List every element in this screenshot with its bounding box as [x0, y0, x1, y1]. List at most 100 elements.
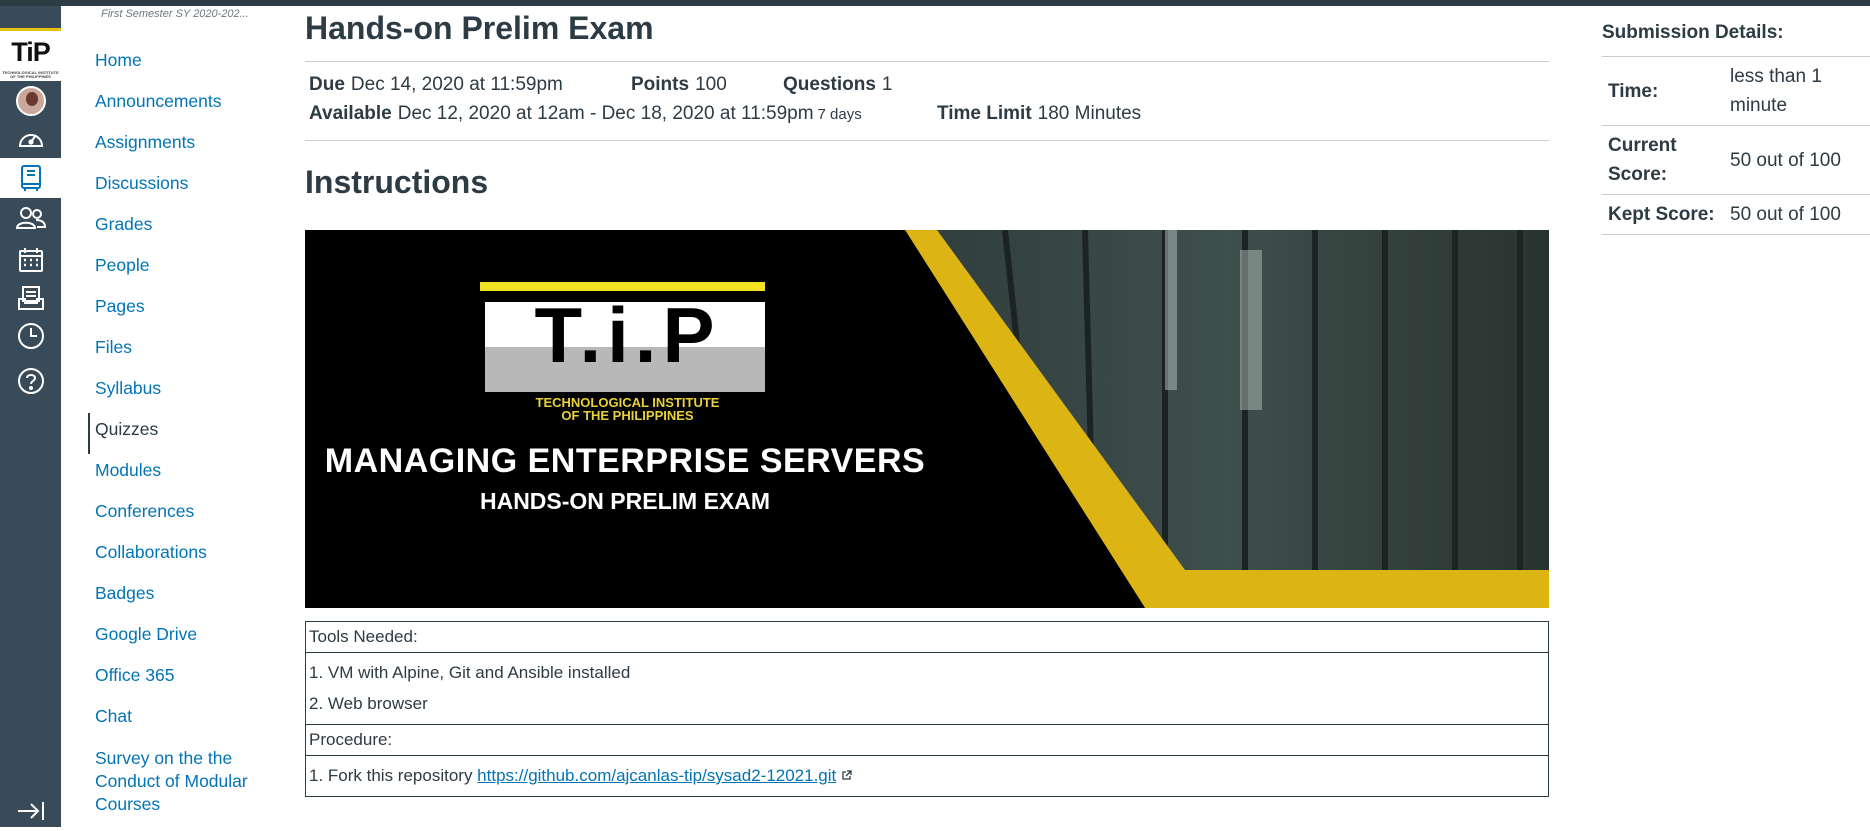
- course-nav-link[interactable]: Home: [95, 50, 142, 71]
- repo-link[interactable]: https://github.com/ajcanlas-tip/sysad2-1…: [477, 766, 836, 785]
- available-label: Available: [309, 103, 392, 124]
- course-nav-badges[interactable]: Badges: [61, 577, 301, 618]
- course-nav-people[interactable]: People: [61, 249, 301, 290]
- course-nav-office-365[interactable]: Office 365: [61, 659, 301, 700]
- course-nav-discussions[interactable]: Discussions: [61, 167, 301, 208]
- quiz-title: Hands-on Prelim Exam: [305, 10, 654, 46]
- points-value: 100: [695, 74, 727, 95]
- time-limit-label: Time Limit: [937, 103, 1032, 124]
- due-value: Dec 14, 2020 at 11:59pm: [350, 74, 563, 95]
- questions-detail: Questions 1: [783, 74, 892, 96]
- logo-text: TiP: [11, 37, 51, 67]
- procedure-cell: 1. Fork this repository https://github.c…: [305, 755, 1549, 797]
- course-nav-link[interactable]: Modules: [95, 460, 161, 481]
- available-value: Dec 12, 2020 at 12am - Dec 18, 2020 at 1…: [397, 103, 814, 124]
- dashboard-icon: [18, 134, 43, 147]
- clock-icon: [17, 323, 44, 349]
- procedure-step: 1. Fork this repository https://github.c…: [309, 765, 1545, 787]
- course-nav-link[interactable]: Grades: [95, 214, 152, 235]
- course-nav-link[interactable]: Collaborations: [95, 542, 207, 563]
- course-nav-link[interactable]: Assignments: [95, 132, 195, 153]
- course-nav-quizzes[interactable]: Quizzes: [61, 413, 301, 454]
- course-nav-link[interactable]: Office 365: [95, 665, 174, 686]
- course-nav-syllabus[interactable]: Syllabus: [61, 372, 301, 413]
- course-nav-chat[interactable]: Chat: [61, 700, 301, 741]
- course-nav-grades[interactable]: Grades: [61, 208, 301, 249]
- course-nav-link[interactable]: Chat: [95, 706, 132, 727]
- submission-table: Time: less than 1 minute Current Score: …: [1602, 56, 1870, 235]
- collapse-nav-button[interactable]: [0, 791, 61, 831]
- course-nav-link[interactable]: Quizzes: [95, 419, 158, 440]
- calendar-button[interactable]: [0, 240, 61, 280]
- due-label: Due: [309, 74, 345, 95]
- available-detail: Available Dec 12, 2020 at 12am - Dec 18, …: [309, 103, 862, 125]
- kept-score-value: 50 out of 100: [1724, 194, 1870, 235]
- course-nav-link[interactable]: Syllabus: [95, 378, 161, 399]
- help-icon: [17, 368, 44, 394]
- banner-logo-letters: T.i.P: [534, 291, 721, 379]
- time-limit-detail: Time Limit 180 Minutes: [937, 103, 1141, 125]
- course-nav-collaborations[interactable]: Collaborations: [61, 536, 301, 577]
- course-nav-home[interactable]: Home: [61, 44, 301, 85]
- tools-header: Tools Needed:: [305, 621, 1549, 653]
- course-nav-announcements[interactable]: Announcements: [61, 85, 301, 126]
- exam-banner-image: T.i.P TECHNOLOGICAL INSTITUTE OF THE PHI…: [305, 230, 1549, 608]
- banner-course-title: MANAGING ENTERPRISE SERVERS: [324, 442, 926, 480]
- course-nav-link[interactable]: Badges: [95, 583, 154, 604]
- course-nav-link[interactable]: People: [95, 255, 150, 276]
- table-row: 1. VM with Alpine, Git and Ansible insta…: [305, 652, 1549, 725]
- calendar-icon: [18, 248, 43, 272]
- divider: [305, 140, 1549, 141]
- course-nav-modules[interactable]: Modules: [61, 454, 301, 495]
- banner-exam-title: HANDS-ON PRELIM EXAM: [479, 488, 771, 514]
- course-nav-link[interactable]: Discussions: [95, 173, 188, 194]
- time-limit-value: 180 Minutes: [1037, 103, 1142, 124]
- course-nav-link[interactable]: Survey on the the Conduct of Modular Cou…: [95, 747, 270, 816]
- questions-value: 1: [881, 74, 893, 95]
- course-nav-pages[interactable]: Pages: [61, 290, 301, 331]
- due-detail: Due Dec 14, 2020 at 11:59pm: [309, 74, 563, 96]
- course-nav-survey[interactable]: Survey on the the Conduct of Modular Cou…: [61, 741, 301, 821]
- banner-institute: TECHNOLOGICAL INSTITUTE OF THE PHILIPPIN…: [485, 396, 770, 422]
- tool-item: 1. VM with Alpine, Git and Ansible insta…: [309, 663, 631, 682]
- step-text: 1. Fork this repository: [309, 766, 478, 785]
- rack-label: [1165, 230, 1177, 390]
- book-icon: [20, 165, 41, 191]
- tool-item: 2. Web browser: [309, 694, 428, 713]
- course-nav-files[interactable]: Files: [61, 331, 301, 372]
- external-link-icon: [842, 770, 852, 780]
- groups-button[interactable]: [0, 198, 61, 238]
- table-row: Current Score: 50 out of 100: [1602, 125, 1870, 195]
- course-nav-assignments[interactable]: Assignments: [61, 126, 301, 167]
- tip-logo[interactable]: TiP TECHNOLOGICAL INSTITUTE OF THE PHILI…: [0, 28, 61, 81]
- time-label: Time:: [1602, 56, 1724, 126]
- dashboard-button[interactable]: [0, 118, 61, 158]
- divider: [305, 61, 1549, 62]
- courses-button[interactable]: [0, 158, 61, 198]
- instructions-heading: Instructions: [305, 164, 489, 200]
- course-nav-link[interactable]: Files: [95, 337, 132, 358]
- course-nav-google-drive[interactable]: Google Drive: [61, 618, 301, 659]
- points-detail: Points 100: [631, 74, 727, 96]
- course-nav: First Semester SY 2020-202... Home Annou…: [61, 6, 301, 827]
- course-nav-link[interactable]: Announcements: [95, 91, 221, 112]
- banner-institute-line2: OF THE PHILIPPINES: [561, 408, 694, 423]
- collapse-nav-icon: [17, 802, 44, 820]
- course-nav-link[interactable]: Google Drive: [95, 624, 197, 645]
- submission-sidebar: Submission Details: Time: less than 1 mi…: [1602, 6, 1870, 827]
- course-nav-link[interactable]: Pages: [95, 296, 145, 317]
- course-nav-link[interactable]: Conferences: [95, 501, 194, 522]
- submission-heading: Submission Details:: [1602, 22, 1784, 43]
- table-row: Time: less than 1 minute: [1602, 56, 1870, 126]
- available-days: 7 days: [817, 106, 862, 123]
- course-nav-conferences[interactable]: Conferences: [61, 495, 301, 536]
- history-button[interactable]: [0, 316, 61, 356]
- table-row: Kept Score: 50 out of 100: [1602, 194, 1870, 235]
- help-button[interactable]: [0, 361, 61, 401]
- account-button[interactable]: [0, 81, 61, 121]
- inbox-button[interactable]: [0, 278, 61, 318]
- procedure-header: Procedure:: [305, 724, 1549, 756]
- term-label: First Semester SY 2020-202...: [101, 8, 249, 20]
- people-icon: [15, 207, 46, 229]
- avatar: [15, 86, 46, 116]
